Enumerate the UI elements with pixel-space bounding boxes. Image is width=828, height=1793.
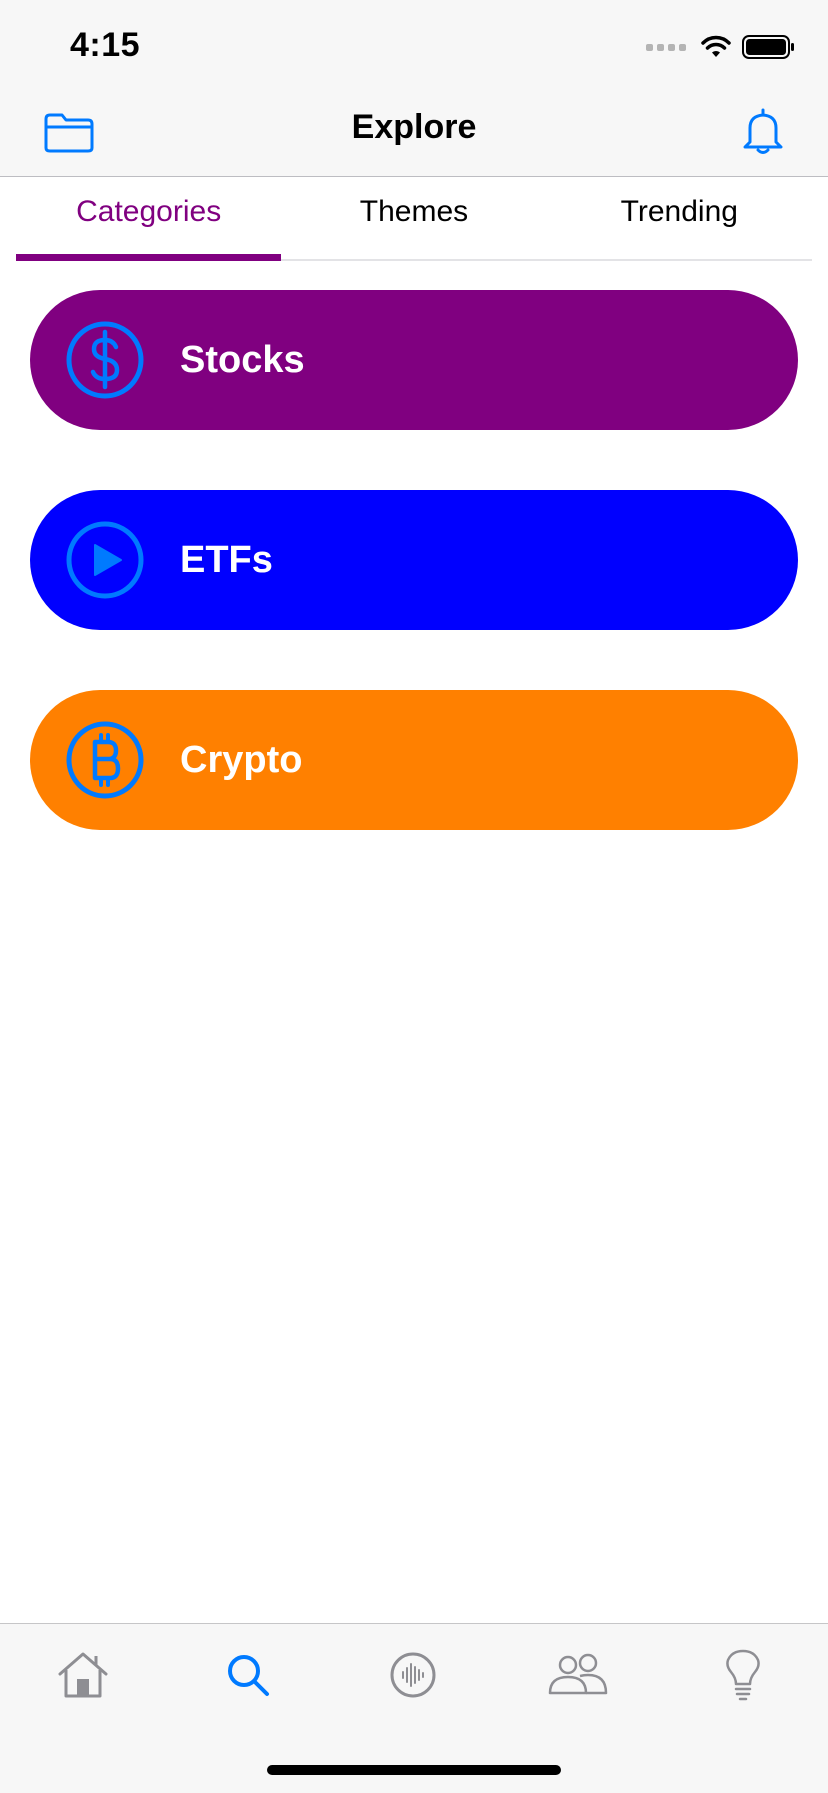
dollar-circle-icon xyxy=(65,320,145,400)
home-indicator[interactable] xyxy=(267,1765,561,1775)
tabbar-audio[interactable] xyxy=(373,1644,453,1706)
category-label: Stocks xyxy=(180,338,305,381)
play-circle-icon xyxy=(65,520,145,600)
cellular-signal-icon xyxy=(646,43,686,51)
home-icon xyxy=(58,1652,108,1698)
wifi-icon xyxy=(701,35,731,57)
tabbar-home[interactable] xyxy=(43,1644,123,1706)
category-label: ETFs xyxy=(180,538,273,581)
page-title: Explore xyxy=(351,108,477,146)
battery-icon xyxy=(742,35,794,59)
search-icon xyxy=(228,1655,269,1696)
tabbar-community[interactable] xyxy=(538,1644,618,1706)
category-etfs-button[interactable]: ETFs xyxy=(30,490,798,630)
tab-trending[interactable]: Trending xyxy=(547,177,812,259)
top-bar: 4:15 Explore xyxy=(0,0,828,177)
bell-icon xyxy=(743,108,783,154)
waveform-circle-icon xyxy=(390,1652,436,1698)
tabbar-search[interactable] xyxy=(208,1644,288,1706)
notifications-button[interactable] xyxy=(736,108,790,156)
category-label: Crypto xyxy=(180,738,303,781)
tabbar-ideas[interactable] xyxy=(703,1644,783,1706)
status-indicators xyxy=(646,34,796,60)
people-icon xyxy=(548,1653,608,1695)
tab-categories[interactable]: Categories xyxy=(16,177,282,261)
explore-tabs: Categories Themes Trending xyxy=(16,177,812,261)
bitcoin-circle-icon xyxy=(65,720,145,800)
category-crypto-button[interactable]: Crypto xyxy=(30,690,798,830)
lightbulb-icon xyxy=(726,1649,760,1701)
tab-themes[interactable]: Themes xyxy=(281,177,546,259)
category-stocks-button[interactable]: Stocks xyxy=(30,290,798,430)
status-time: 4:15 xyxy=(70,26,141,64)
